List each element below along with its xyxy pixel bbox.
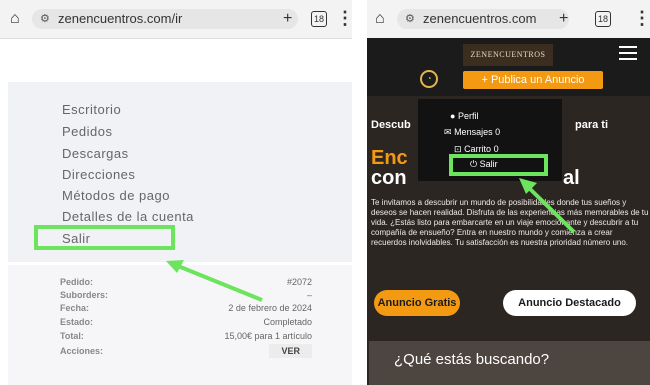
arrow-annotation <box>519 178 576 234</box>
left-screenshot: ⌂ ⚙ zenencuentros.com/ir + 18 ⋮ Escritor… <box>0 0 352 385</box>
right-screenshot: ⌂ ⚙ zenencuentros.com + 18 ⋮ ZENENCUENTR… <box>367 0 650 385</box>
arrow-annotation <box>166 260 263 302</box>
